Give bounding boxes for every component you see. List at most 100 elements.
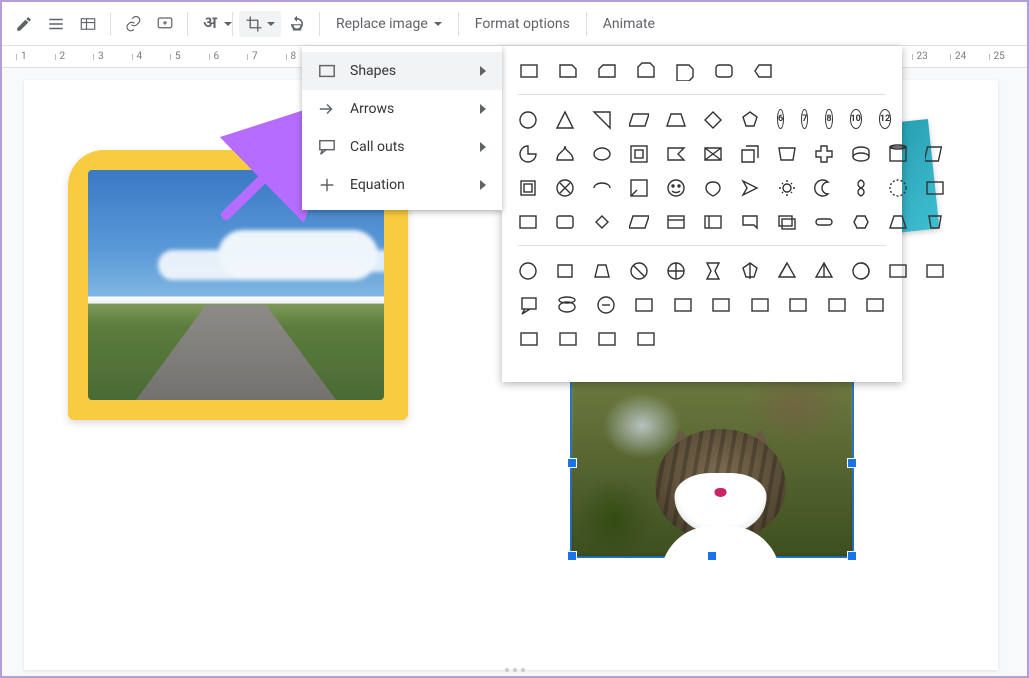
shape-option-icon[interactable] <box>777 177 797 199</box>
shape-option-icon[interactable] <box>888 211 908 233</box>
shape-option-icon[interactable] <box>518 260 538 282</box>
shape-option-icon[interactable] <box>777 260 797 282</box>
shape-option-icon[interactable] <box>595 294 617 316</box>
animate-button[interactable]: Animate <box>593 10 665 38</box>
shape-option-icon[interactable] <box>851 177 871 199</box>
shape-option-icon[interactable] <box>518 60 540 82</box>
shape-option-icon[interactable] <box>672 294 694 316</box>
comment-icon[interactable] <box>149 8 181 40</box>
shape-option-icon[interactable] <box>749 294 771 316</box>
shape-option-icon[interactable] <box>674 60 696 82</box>
resize-handle-bl[interactable] <box>567 551 577 561</box>
format-options-button[interactable]: Format options <box>465 10 580 38</box>
selected-cat-image[interactable] <box>572 370 852 556</box>
shape-option-icon[interactable] <box>703 260 723 282</box>
shape-polygon-6-icon[interactable]: 6 <box>777 109 784 129</box>
shape-option-icon[interactable] <box>518 109 538 131</box>
shape-option-icon[interactable] <box>740 260 760 282</box>
shape-option-icon[interactable] <box>555 143 575 165</box>
resize-handle-ml[interactable] <box>567 458 577 468</box>
shape-option-icon[interactable] <box>629 109 649 131</box>
shape-option-icon[interactable] <box>925 211 945 233</box>
shape-option-icon[interactable] <box>596 60 618 82</box>
shape-option-icon[interactable] <box>666 143 686 165</box>
shape-option-icon[interactable] <box>814 211 834 233</box>
shape-option-icon[interactable] <box>777 143 797 165</box>
shape-option-icon[interactable] <box>518 294 540 316</box>
resize-handle-br[interactable] <box>847 551 857 561</box>
resize-handle-mr[interactable] <box>847 458 857 468</box>
shape-option-icon[interactable] <box>826 294 848 316</box>
shape-option-icon[interactable] <box>713 60 735 82</box>
reset-image-icon[interactable] <box>281 8 313 40</box>
shape-option-icon[interactable] <box>666 177 686 199</box>
shape-option-icon[interactable] <box>629 177 649 199</box>
shape-option-icon[interactable] <box>925 260 945 282</box>
shape-option-icon[interactable] <box>629 260 649 282</box>
list-lines-icon[interactable] <box>40 8 72 40</box>
shape-option-icon[interactable] <box>555 109 575 131</box>
shape-option-icon[interactable] <box>711 294 733 316</box>
shape-option-icon[interactable] <box>592 143 612 165</box>
shape-option-icon[interactable] <box>740 177 760 199</box>
menu-item-arrows[interactable]: Arrows <box>302 90 502 128</box>
shape-option-icon[interactable] <box>518 143 538 165</box>
translate-icon[interactable]: अ <box>194 8 226 40</box>
shape-option-icon[interactable] <box>666 211 686 233</box>
shape-option-icon[interactable] <box>555 260 575 282</box>
shape-option-icon[interactable] <box>788 294 810 316</box>
shape-option-icon[interactable] <box>666 109 686 131</box>
shape-option-icon[interactable] <box>925 143 945 165</box>
shape-option-icon[interactable] <box>888 260 908 282</box>
shape-option-icon[interactable] <box>740 109 760 131</box>
shape-option-icon[interactable] <box>635 328 657 350</box>
shape-option-icon[interactable] <box>814 143 834 165</box>
shape-option-icon[interactable] <box>557 294 579 316</box>
menu-item-callouts[interactable]: Call outs <box>302 128 502 166</box>
shape-polygon-10-icon[interactable]: 10 <box>850 109 862 129</box>
shape-polygon-8-icon[interactable]: 8 <box>825 109 832 129</box>
shape-option-icon[interactable] <box>518 177 538 199</box>
shape-option-icon[interactable] <box>888 143 908 165</box>
shape-option-icon[interactable] <box>740 143 760 165</box>
shape-option-icon[interactable] <box>592 211 612 233</box>
shape-polygon-12-icon[interactable]: 12 <box>879 109 891 129</box>
shape-option-icon[interactable] <box>518 211 538 233</box>
shape-polygon-7-icon[interactable]: 7 <box>801 109 808 129</box>
crop-mask-button[interactable] <box>239 11 281 37</box>
shape-option-icon[interactable] <box>592 109 612 131</box>
table-icon[interactable] <box>72 8 104 40</box>
shape-option-icon[interactable] <box>851 260 871 282</box>
shape-option-icon[interactable] <box>703 109 723 131</box>
shape-option-icon[interactable] <box>666 260 686 282</box>
shape-option-icon[interactable] <box>814 260 834 282</box>
shape-option-icon[interactable] <box>703 143 723 165</box>
shape-option-icon[interactable] <box>777 211 797 233</box>
shape-option-icon[interactable] <box>629 143 649 165</box>
shape-option-icon[interactable] <box>592 260 612 282</box>
shape-option-icon[interactable] <box>557 60 579 82</box>
shape-option-icon[interactable] <box>865 294 887 316</box>
link-icon[interactable] <box>117 8 149 40</box>
shape-option-icon[interactable] <box>703 211 723 233</box>
resize-handle-bm[interactable] <box>707 551 717 561</box>
shape-option-icon[interactable] <box>596 328 618 350</box>
shape-option-icon[interactable] <box>740 211 760 233</box>
shape-option-icon[interactable] <box>592 177 612 199</box>
edit-tool[interactable] <box>8 8 40 40</box>
shape-option-icon[interactable] <box>752 60 774 82</box>
shape-option-icon[interactable] <box>814 177 834 199</box>
menu-item-equation[interactable]: Equation <box>302 166 502 204</box>
shape-option-icon[interactable] <box>925 177 945 199</box>
shape-option-icon[interactable] <box>555 177 575 199</box>
shape-option-icon[interactable] <box>518 328 540 350</box>
shape-option-icon[interactable] <box>634 294 656 316</box>
shape-option-icon[interactable] <box>555 211 575 233</box>
shape-option-icon[interactable] <box>635 60 657 82</box>
shape-option-icon[interactable] <box>851 211 871 233</box>
panel-drag-handle[interactable] <box>505 668 525 672</box>
shape-option-icon[interactable] <box>851 143 871 165</box>
shape-option-icon[interactable] <box>703 177 723 199</box>
shape-option-icon[interactable] <box>557 328 579 350</box>
replace-image-button[interactable]: Replace image <box>326 10 452 38</box>
